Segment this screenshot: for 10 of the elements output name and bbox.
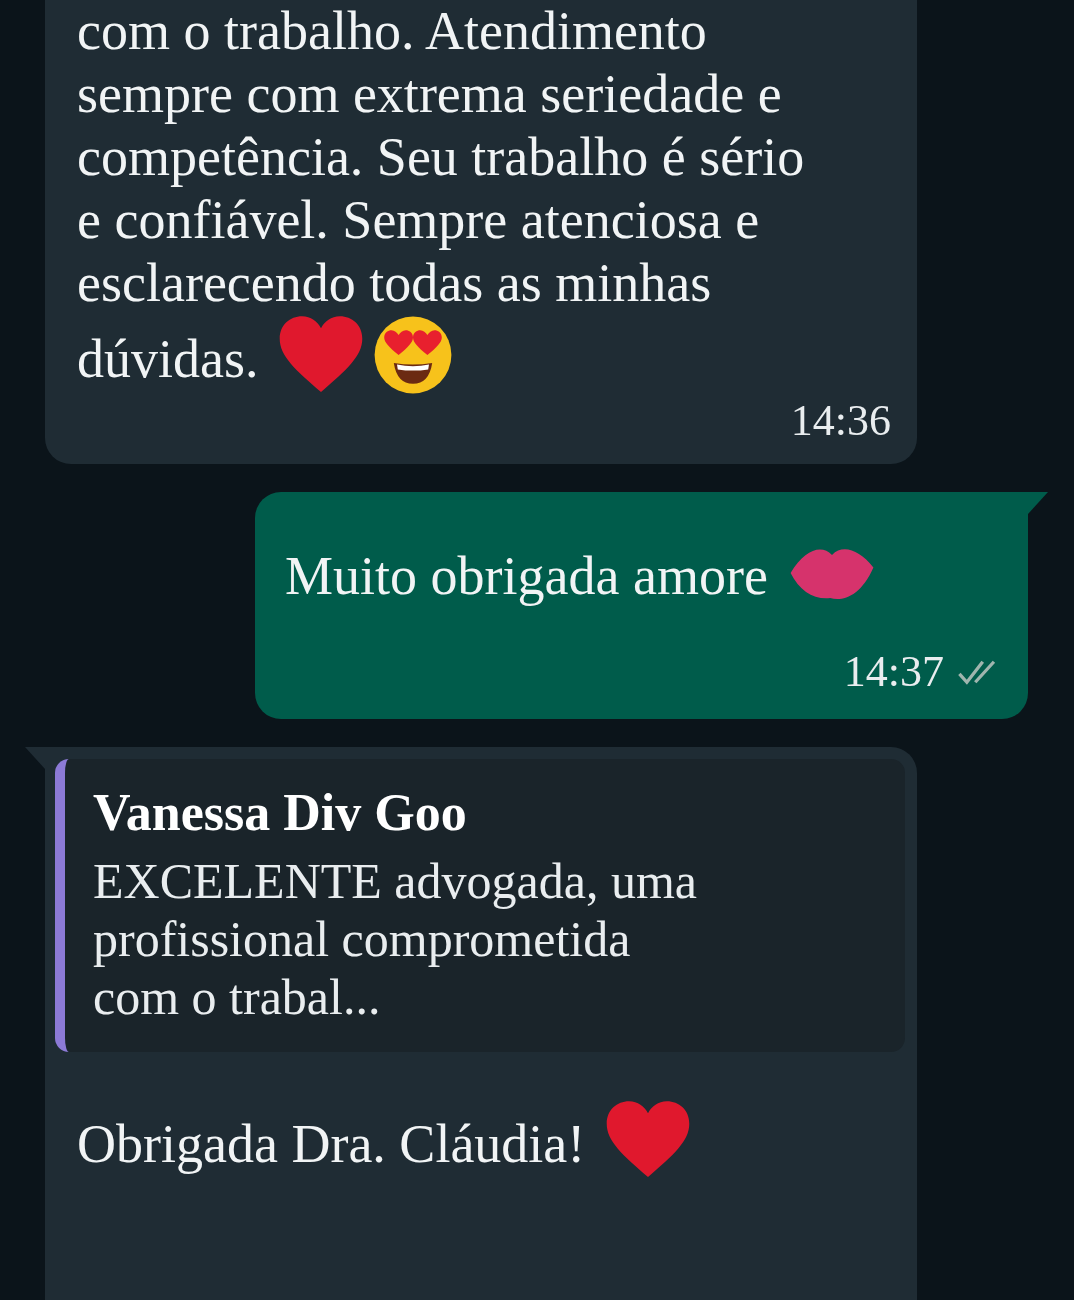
message-text: Obrigada Dra. Cláudia! xyxy=(55,1100,905,1180)
message-text: Muito obrigada amore xyxy=(285,540,1002,608)
message-time: 14:36 xyxy=(790,395,891,446)
heart-icon xyxy=(604,1100,691,1180)
quote-author: Vanessa Div Goo xyxy=(93,783,468,842)
heart-icon xyxy=(278,315,364,395)
message-text: com o trabalho. Atendimento sempre com extrema seriedade e competência. Seu trabalho é sério e confiável. Sempre atenciosa e esclarecendo todas as minhas dúvidas. xyxy=(77,0,837,395)
quote-text: EXCELENTE advogada, uma profissional comprometida com o trabal... xyxy=(93,852,698,1026)
quoted-message[interactable]: Vanessa Div Goo EXCELENTE advogada, uma profissional comprometida com o trabal... xyxy=(55,759,905,1052)
message-time: 14:37 xyxy=(843,646,944,697)
